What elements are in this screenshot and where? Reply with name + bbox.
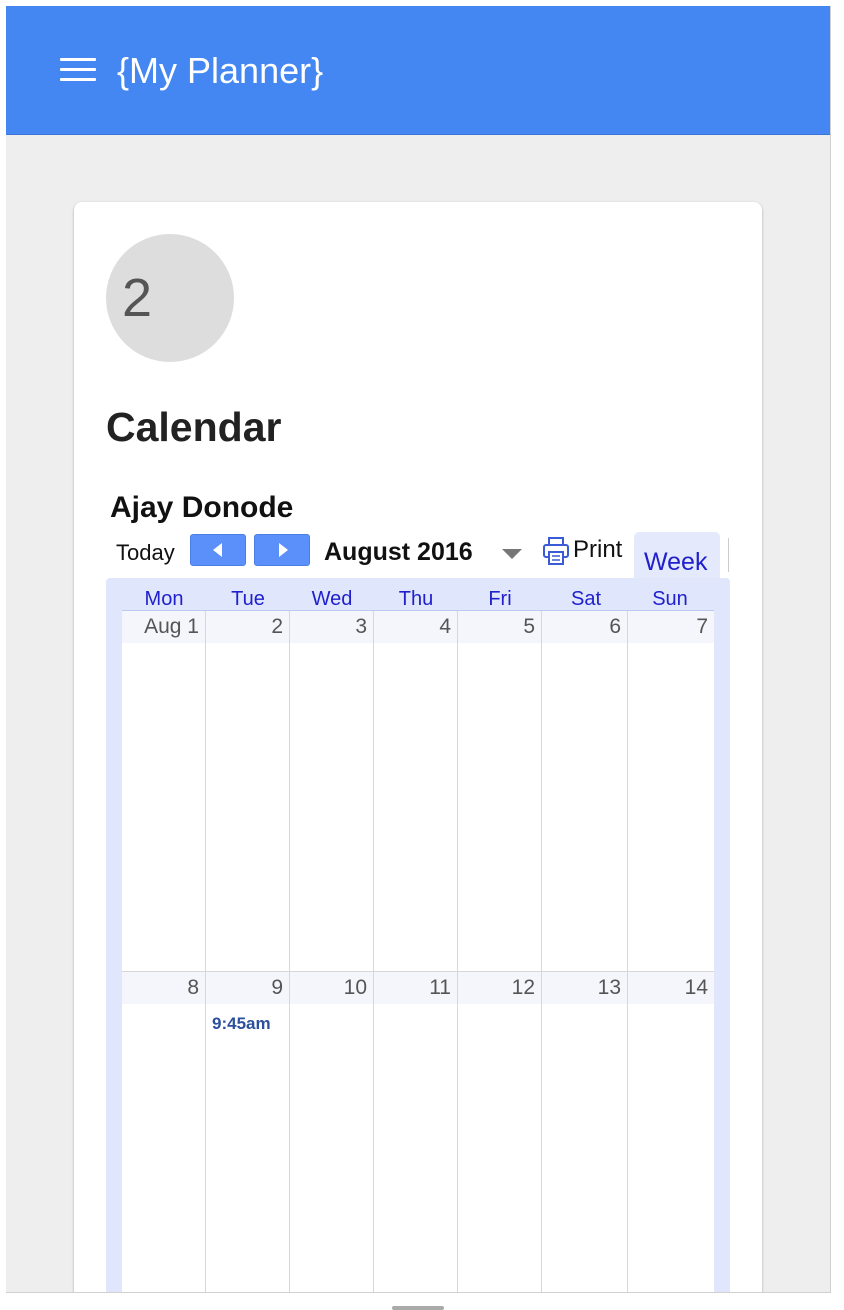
tab-week[interactable]: Week xyxy=(634,532,720,584)
day-cell[interactable]: 2 xyxy=(206,611,290,971)
current-period-label: August 2016 xyxy=(324,538,473,566)
day-cell[interactable]: 13 xyxy=(542,972,628,1292)
previous-period-button[interactable] xyxy=(190,534,246,566)
chevron-left-icon xyxy=(213,543,222,557)
day-cell[interactable]: 12 xyxy=(458,972,542,1292)
tab-divider xyxy=(728,538,729,572)
day-cell[interactable]: 9 9:45am xyxy=(206,972,290,1292)
calendar-owner-name: Ajay Donode xyxy=(110,491,294,524)
caret-down-icon[interactable] xyxy=(502,549,522,559)
printer-icon xyxy=(543,537,569,565)
app-frame: {My Planner} 2 Calendar Ajay Donode Toda… xyxy=(6,6,831,1293)
calendar-event[interactable]: 9:45am xyxy=(212,1014,271,1034)
hamburger-menu-icon[interactable] xyxy=(60,58,96,84)
day-number: 6 xyxy=(542,611,627,643)
day-header-tue: Tue xyxy=(231,588,265,610)
day-number: 7 xyxy=(628,611,714,643)
section-title: Calendar xyxy=(106,404,282,450)
day-cell[interactable]: 4 xyxy=(374,611,458,971)
today-button[interactable]: Today xyxy=(116,540,175,566)
day-number: 11 xyxy=(374,972,457,1004)
day-header-mon: Mon xyxy=(144,588,184,610)
day-of-week-header: Mon Tue Wed Thu Fri Sat Sun xyxy=(122,586,714,611)
tab-week-label: Week xyxy=(644,548,708,576)
day-cell[interactable]: 7 xyxy=(628,611,714,971)
day-cell[interactable]: 3 xyxy=(290,611,374,971)
day-cell[interactable]: 10 xyxy=(290,972,374,1292)
day-number: 9 xyxy=(206,972,289,1004)
day-number: 8 xyxy=(122,972,205,1004)
day-number: 14 xyxy=(628,972,714,1004)
day-cell[interactable]: 8 xyxy=(122,972,206,1292)
week-row: 8 9 9:45am 10 11 12 13 14 xyxy=(122,971,714,1292)
top-app-bar: {My Planner} xyxy=(6,6,830,135)
day-cell[interactable]: 11 xyxy=(374,972,458,1292)
step-number-badge: 2 xyxy=(106,234,234,362)
day-header-wed: Wed xyxy=(311,588,353,610)
chevron-right-icon xyxy=(279,543,288,557)
next-period-button[interactable] xyxy=(254,534,310,566)
calendar-grid-frame: Mon Tue Wed Thu Fri Sat Sun Aug 1 2 3 4 … xyxy=(106,578,730,1292)
day-number: 2 xyxy=(206,611,289,643)
day-number: 4 xyxy=(374,611,457,643)
day-cell[interactable]: 5 xyxy=(458,611,542,971)
scroll-handle[interactable] xyxy=(392,1306,444,1310)
calendar-toolbar: Today August 2016 Print Week xyxy=(74,526,762,584)
month-grid: Aug 1 2 3 4 5 6 7 8 9 9:45am 10 11 12 13… xyxy=(122,611,714,1292)
day-number: 10 xyxy=(290,972,373,1004)
week-row: Aug 1 2 3 4 5 6 7 xyxy=(122,611,714,971)
day-header-sun: Sun xyxy=(652,588,688,610)
day-number: 5 xyxy=(458,611,541,643)
day-cell[interactable]: 6 xyxy=(542,611,628,971)
day-number: 3 xyxy=(290,611,373,643)
app-title: {My Planner} xyxy=(117,50,324,91)
day-header-fri: Fri xyxy=(488,588,512,610)
day-header-sat: Sat xyxy=(570,588,602,610)
print-label: Print xyxy=(573,536,623,563)
day-cell[interactable]: Aug 1 xyxy=(122,611,206,971)
day-number: 13 xyxy=(542,972,627,1004)
day-cell[interactable]: 14 xyxy=(628,972,714,1292)
day-number: 12 xyxy=(458,972,541,1004)
calendar-card: 2 Calendar Ajay Donode Today August 2016 xyxy=(74,202,762,1292)
day-number: Aug 1 xyxy=(122,611,205,643)
day-header-thu: Thu xyxy=(398,588,434,610)
